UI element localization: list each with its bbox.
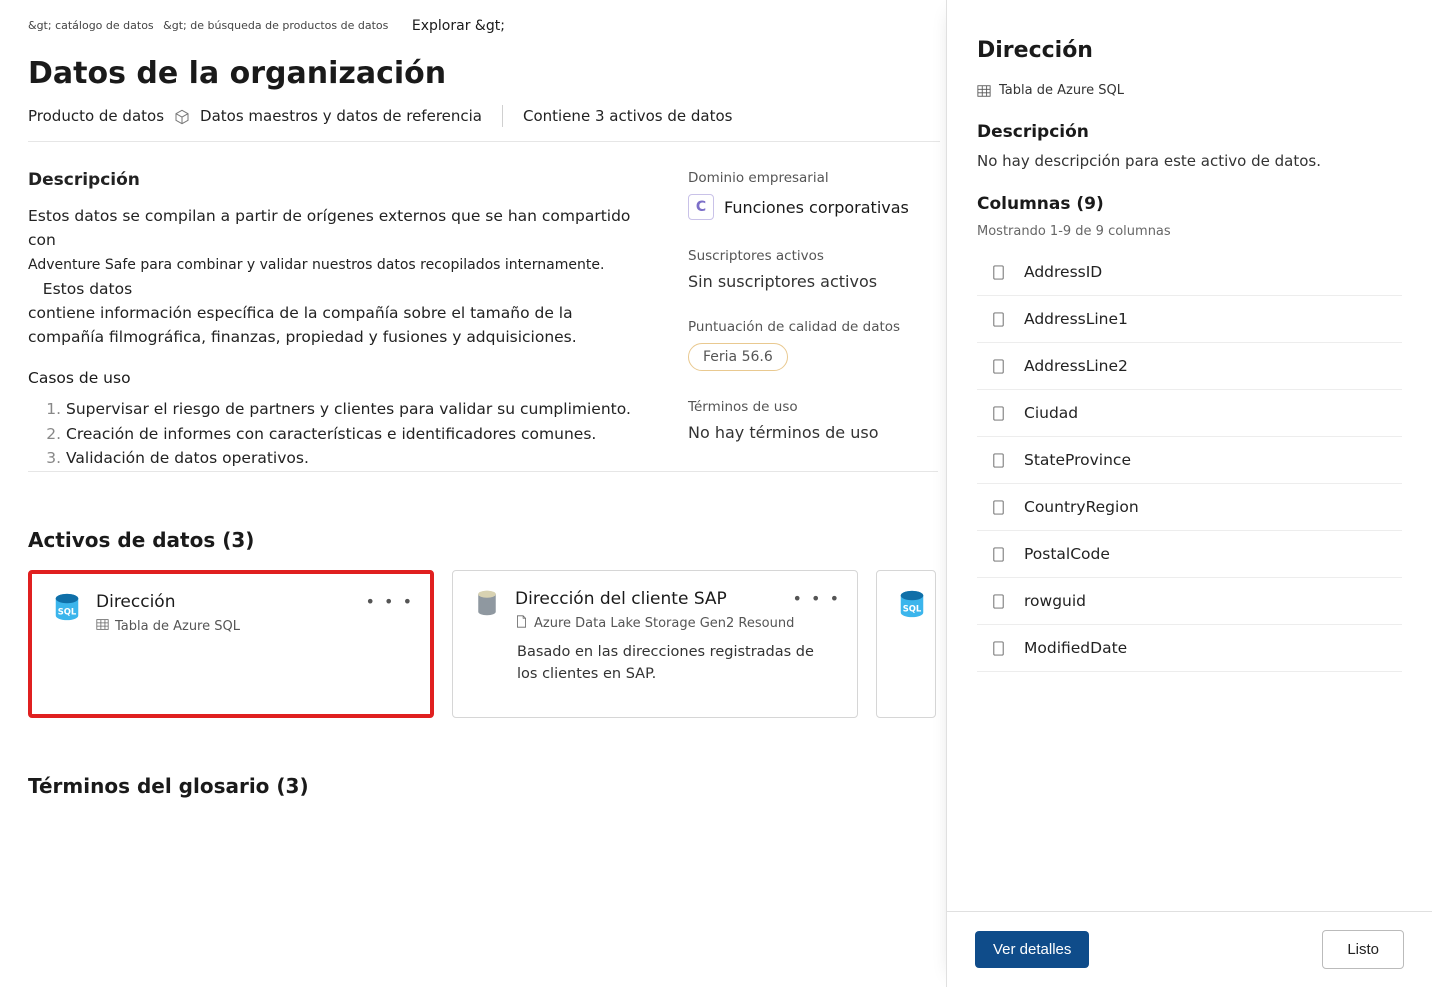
usecases-list: Supervisar el riesgo de partners y clien… [66,397,648,471]
column-icon [991,453,1006,468]
columns-list: AddressID AddressLine1 AddressLine2 Ciud… [977,249,1402,672]
domain-label: Dominio empresarial [688,170,928,186]
subscribers-value: Sin suscriptores activos [688,272,928,291]
panel-columns-note: Mostrando 1-9 de 9 columnas [977,224,1402,239]
column-icon [991,594,1006,609]
asset-card-sap[interactable]: • • • Dirección del cliente SAP [452,570,858,718]
panel-desc-head: Descripción [977,122,1402,142]
datalake-icon [473,589,501,621]
quality-pill: Feria 56.6 [688,343,788,371]
azure-sql-icon: SQL [897,589,927,623]
column-row[interactable]: Ciudad [977,390,1402,437]
file-icon [515,615,528,632]
card-description: Basado en las direcciones registradas de… [517,642,837,686]
column-icon [991,641,1006,656]
product-value: Datos maestros y datos de referencia [200,107,482,125]
column-icon [991,500,1006,515]
breadcrumb-catalog[interactable]: &gt; catálogo de datos [28,19,154,32]
panel-columns-head: Columnas (9) [977,194,1402,214]
separator [28,141,940,142]
card-more-icon[interactable]: • • • [793,589,841,608]
usecase-item: Creación de informes con características… [66,422,648,447]
card-subtitle: Azure Data Lake Storage Gen2 Resound [534,616,794,631]
breadcrumb-search[interactable]: &gt; de búsqueda de productos de datos [163,19,388,32]
column-row[interactable]: AddressLine1 [977,296,1402,343]
column-icon [991,547,1006,562]
domain-value[interactable]: C Funciones corporativas [688,194,928,220]
column-row[interactable]: AddressID [977,249,1402,296]
contains-count: Contiene 3 activos de datos [523,107,732,125]
column-row[interactable]: StateProvince [977,437,1402,484]
cube-icon [174,107,190,125]
column-icon [991,406,1006,421]
panel-type-row: Tabla de Azure SQL [977,83,1402,98]
subscribers-label: Suscriptores activos [688,248,928,264]
details-side-panel: Dirección Tabla de Azure SQL Descripción… [946,0,1432,987]
description-body: Estos datos se compilan a partir de oríg… [28,204,648,349]
product-sub-row: Producto de datos Datos maestros y datos… [28,105,940,127]
card-title: Dirección [96,592,240,612]
card-subtitle: Tabla de Azure SQL [115,619,240,634]
breadcrumb-explore[interactable]: Explorar &gt; [412,18,505,34]
separator [28,471,938,472]
card-more-icon[interactable]: • • • [366,592,414,611]
svg-text:SQL: SQL [58,607,77,617]
asset-card-direccion[interactable]: • • • SQL Dirección [28,570,434,718]
domain-letter-icon: C [688,194,714,220]
page-title: Datos de la organización [28,56,940,91]
column-row[interactable]: CountryRegion [977,484,1402,531]
breadcrumb[interactable]: &gt; catálogo de datos &gt; de búsqueda … [28,18,940,34]
assets-header: Activos de datos (3) [28,528,940,552]
table-icon [96,618,109,635]
table-icon [977,84,991,98]
column-row[interactable]: AddressLine2 [977,343,1402,390]
asset-card-partial[interactable]: SQL C o [876,570,936,718]
product-label: Producto de datos [28,107,164,125]
view-details-button[interactable]: Ver detalles [975,931,1089,968]
column-icon [991,359,1006,374]
usecase-item: Supervisar el riesgo de partners y clien… [66,397,648,422]
quality-label: Puntuación de calidad de datos [688,319,928,335]
panel-type-text: Tabla de Azure SQL [999,83,1124,98]
done-button[interactable]: Listo [1322,930,1404,969]
card-title: Dirección del cliente SAP [515,589,794,609]
usecase-item: Validación de datos operativos. [66,446,648,471]
domain-text: Funciones corporativas [724,198,909,217]
glossary-header: Términos del glosario (3) [28,774,940,798]
azure-sql-icon: SQL [52,592,82,626]
column-row[interactable]: ModifiedDate [977,625,1402,672]
description-heading: Descripción [28,170,648,190]
divider [502,105,503,127]
column-row[interactable]: rowguid [977,578,1402,625]
column-icon [991,312,1006,327]
column-icon [991,265,1006,280]
terms-label: Términos de uso [688,399,928,415]
svg-text:SQL: SQL [903,604,922,614]
terms-value: No hay términos de uso [688,423,928,442]
panel-desc-text: No hay descripción para este activo de d… [977,152,1402,170]
column-row[interactable]: PostalCode [977,531,1402,578]
panel-title: Dirección [977,38,1402,63]
usecases-label: Casos de uso [28,369,648,387]
